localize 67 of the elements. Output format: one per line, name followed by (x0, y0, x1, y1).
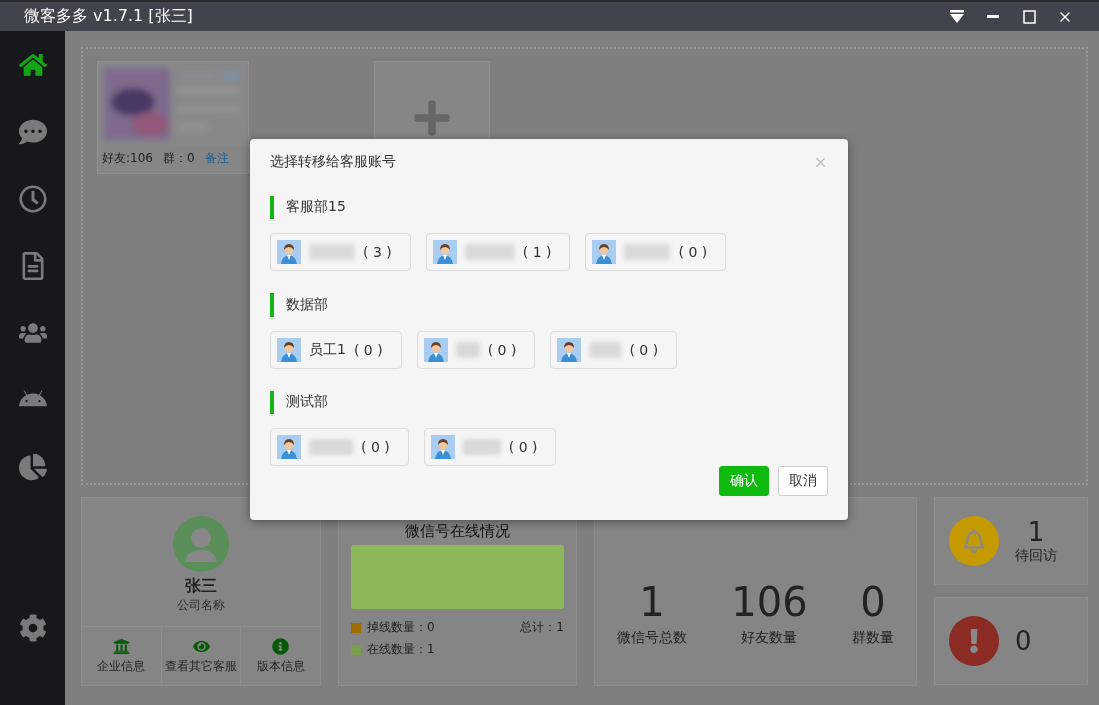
settings-icon (18, 614, 47, 642)
group-heading: 客服部15 (270, 195, 828, 220)
person-icon (277, 240, 301, 265)
agent-option[interactable]: ( 0 ) (416, 330, 536, 369)
clock-icon (18, 185, 47, 213)
agent-count: ( 0 ) (629, 341, 659, 358)
agent-count: ( 0 ) (487, 341, 517, 358)
stat-label: 群数量 (851, 628, 894, 647)
window-title: 微客多多 v1.7.1 [张三] (24, 6, 194, 27)
agent-option[interactable]: ( 0 ) (585, 233, 727, 272)
alert-count: 1 (1027, 517, 1045, 547)
profile-action[interactable]: 版本信息 (241, 627, 320, 685)
home-icon (18, 51, 47, 79)
person-icon (557, 337, 582, 362)
agent-option[interactable]: ( 0 ) (270, 428, 409, 466)
action-label: 版本信息 (256, 657, 305, 675)
alert-count: 0 (1015, 626, 1032, 656)
person-icon (592, 240, 617, 265)
agent-option[interactable]: 员工1 ( 0 ) (270, 330, 402, 369)
pie-chart-icon (18, 453, 47, 481)
cancel-button[interactable]: 取消 (778, 466, 828, 496)
agent-name: 员工1 (309, 340, 346, 359)
agent-count: ( 0 ) (353, 341, 383, 358)
agent-count: ( 0 ) (678, 244, 708, 261)
stat-label: 好友数量 (741, 628, 798, 647)
person-icon (423, 337, 448, 362)
bell-icon (962, 529, 986, 553)
bank-icon (112, 637, 130, 655)
agent-count: ( 1 ) (522, 244, 552, 261)
action-label: 企业信息 (97, 657, 146, 675)
stat-value: 0 (860, 578, 886, 625)
person-icon (277, 337, 301, 362)
agent-option[interactable]: ( 0 ) (550, 330, 678, 369)
panel-title: 微信号在线情况 (404, 522, 511, 541)
legend-label: 掉线数量：0 (367, 619, 435, 636)
user-name: 张三 (185, 576, 217, 597)
agent-count: ( 0 ) (508, 439, 538, 455)
agent-count: ( 0 ) (361, 439, 390, 455)
profile-action[interactable]: 查看其它客服 (161, 627, 242, 685)
minimize-icon (987, 15, 999, 18)
group-heading: 测试部 (270, 390, 828, 414)
person-icon (430, 435, 455, 459)
company-name: 公司名称 (177, 597, 225, 614)
dialog-title: 选择转移给客服账号 (270, 153, 396, 172)
group-heading: 数据部 (270, 293, 828, 317)
account-card[interactable]: 好友:106 群：0 备注 (97, 61, 249, 174)
action-label: 查看其它客服 (165, 657, 237, 675)
total-label: 总计：1 (520, 619, 564, 636)
avatar-icon (173, 516, 229, 572)
info-icon (272, 637, 290, 655)
stat-label: 微信号总数 (617, 628, 688, 647)
agent-option[interactable]: ( 1 ) (425, 233, 571, 272)
agent-option[interactable]: ( 3 ) (270, 233, 411, 272)
friend-count: 好友:106 (102, 150, 153, 167)
legend-label: 在线数量：1 (367, 641, 435, 658)
triangle-icon (949, 9, 965, 24)
stat-value: 106 (731, 578, 808, 625)
chat-icon (18, 118, 47, 146)
maximize-icon (1022, 9, 1036, 24)
alert-label: 待回访 (1015, 547, 1057, 565)
agent-count: ( 3 ) (363, 244, 392, 261)
profile-action[interactable]: 企业信息 (82, 627, 162, 685)
person-icon (277, 435, 301, 459)
stat-value: 1 (639, 578, 665, 625)
group-count: 群：0 (162, 150, 195, 167)
person-icon (432, 240, 457, 265)
agent-option[interactable]: ( 0 ) (423, 428, 557, 466)
